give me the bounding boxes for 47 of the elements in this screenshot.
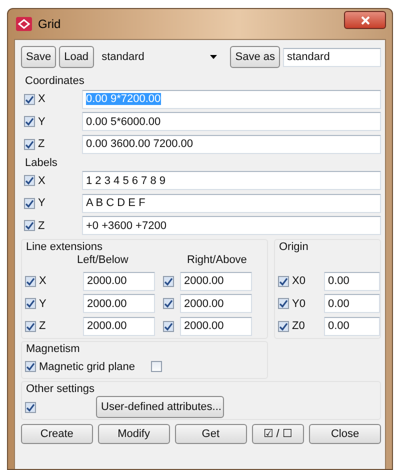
load-button[interactable]: Load — [59, 46, 94, 68]
coordinate-field[interactable]: 0.00 5*6000.00 — [82, 112, 381, 132]
preset-dropdown[interactable]: standard — [96, 47, 224, 67]
axis-label: Z — [37, 138, 46, 150]
origin-field[interactable]: 0.00 — [324, 294, 380, 314]
axis-label: Y0 — [291, 298, 306, 310]
axis-label: Z0 — [291, 320, 306, 332]
label-field[interactable]: A B C D E F — [82, 194, 381, 213]
user-defined-attributes-button[interactable]: User-defined attributes... — [96, 396, 224, 418]
axis-label: Z — [38, 320, 47, 332]
coordinate-field[interactable]: 0.00 3600.00 7200.00 — [82, 134, 381, 154]
dialog-button[interactable]: Get — [174, 424, 247, 444]
axis-label: X — [38, 275, 48, 288]
axis-label: Y — [37, 197, 46, 210]
extension-field[interactable]: 2000.00 — [180, 272, 252, 291]
extension-field[interactable]: 2000.00 — [83, 316, 155, 336]
extension-field[interactable]: 2000.00 — [180, 316, 252, 336]
axis-label: Y — [38, 298, 48, 310]
extension-field[interactable]: 2000.00 — [83, 272, 155, 291]
origin-field[interactable]: 0.00 — [324, 316, 380, 336]
label-field[interactable]: +0 +3600 +7200 — [82, 216, 381, 236]
section-heading: Labels — [24, 156, 58, 170]
window-title: Grid — [38, 17, 62, 31]
extension-field[interactable]: 2000.00 — [83, 294, 155, 314]
dialog-button[interactable]: Create — [21, 424, 93, 444]
column-heading: Right/Above — [187, 254, 247, 268]
axis-label: X — [37, 93, 46, 106]
axis-label: X — [37, 174, 46, 187]
section-heading: Coordinates — [24, 74, 86, 88]
checkbox-label: Magnetic grid plane — [38, 360, 136, 373]
section-heading: Other settings — [25, 382, 96, 396]
dialog-button[interactable]: ☑ / ☐ — [252, 424, 304, 444]
column-heading: Left/Below — [77, 254, 130, 268]
save-as-button[interactable]: Save as — [230, 46, 280, 68]
axis-label: Z — [37, 220, 46, 232]
dialog-button[interactable]: Close — [309, 424, 381, 444]
axis-label: Y — [37, 116, 46, 128]
origin-field[interactable]: 0.00 — [324, 272, 380, 291]
section-heading: Origin — [278, 240, 310, 254]
dialog-button[interactable]: Modify — [98, 424, 170, 444]
save-button[interactable]: Save — [21, 46, 56, 68]
axis-label: X0 — [291, 275, 306, 288]
section-heading: Line extensions — [25, 240, 104, 254]
label-field[interactable]: 1 2 3 4 5 6 7 8 9 — [82, 171, 381, 190]
extension-field[interactable]: 2000.00 — [180, 294, 252, 314]
name-field[interactable]: standard — [283, 48, 381, 66]
section-heading: Magnetism — [25, 342, 81, 356]
